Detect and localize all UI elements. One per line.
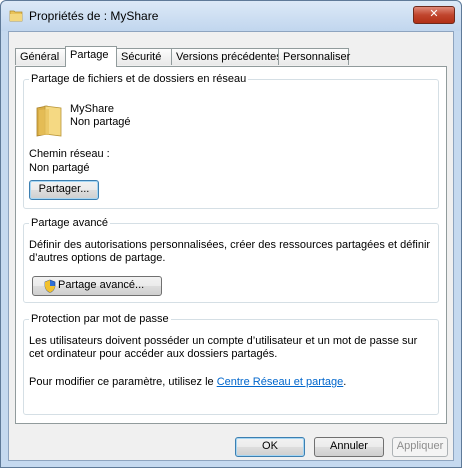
- apply-button[interactable]: Appliquer: [392, 437, 448, 457]
- advanced-description-line2: d’autres options de partage.: [29, 252, 166, 264]
- button-label: Annuler: [330, 440, 368, 452]
- window-title: Propriétés de : MyShare: [29, 9, 159, 23]
- group-title: Protection par mot de passe: [29, 313, 171, 325]
- password-text-line1: Les utilisateurs doivent posséder un com…: [29, 335, 418, 347]
- folder-icon: [36, 105, 62, 137]
- close-button[interactable]: ✕: [413, 6, 455, 24]
- group-title: Partage de fichiers et de dossiers en ré…: [29, 73, 249, 85]
- button-label: OK: [262, 440, 278, 452]
- properties-window: Propriétés de : MyShare ✕ Général Partag…: [0, 0, 462, 468]
- tab-label: Versions précédentes: [176, 51, 282, 63]
- folder-icon: [9, 10, 23, 22]
- tab-label: Personnaliser: [283, 51, 351, 63]
- button-label: Partage avancé...: [58, 279, 145, 291]
- advanced-description-line1: Définir des autorisations personnalisées…: [29, 239, 431, 251]
- network-path-label: Chemin réseau :: [29, 148, 110, 160]
- cancel-button[interactable]: Annuler: [314, 437, 384, 457]
- close-icon: ✕: [429, 8, 439, 20]
- tab-general[interactable]: Général: [15, 48, 66, 65]
- tab-label: Partage: [70, 49, 109, 61]
- folder-name: MyShare: [70, 103, 115, 115]
- group-title: Partage avancé: [29, 217, 111, 229]
- dialog-client: Général Partage Sécurité Versions précéd…: [8, 31, 454, 461]
- advanced-sharing-group: Partage avancé Définir des autorisations…: [23, 217, 439, 303]
- tab-sharing[interactable]: Partage: [65, 46, 117, 67]
- tab-label: Sécurité: [121, 51, 162, 63]
- password-text-line2: cet ordinateur pour accéder aux dossiers…: [29, 348, 278, 360]
- tab-label: Général: [20, 51, 60, 63]
- ok-button[interactable]: OK: [235, 437, 305, 457]
- tab-customize[interactable]: Personnaliser: [278, 48, 351, 65]
- advanced-sharing-button[interactable]: Partage avancé...: [32, 276, 162, 296]
- tab-previous-versions[interactable]: Versions précédentes: [171, 48, 282, 65]
- folder-status: Non partagé: [70, 116, 131, 128]
- network-sharing-group: Partage de fichiers et de dossiers en ré…: [23, 73, 439, 209]
- share-button[interactable]: Partager...: [29, 180, 99, 200]
- network-path-value: Non partagé: [29, 162, 90, 174]
- button-label: Partager...: [38, 183, 90, 195]
- button-label: Appliquer: [396, 440, 444, 452]
- shield-icon: [44, 279, 56, 293]
- password-protection-group: Protection par mot de passe Les utilisat…: [23, 313, 439, 415]
- title-bar[interactable]: Propriétés de : MyShare ✕: [1, 1, 461, 31]
- sharing-panel: Partage de fichiers et de dossiers en ré…: [15, 66, 447, 424]
- modify-setting-text: Pour modifier ce paramètre, utilisez le …: [29, 376, 346, 388]
- tab-security[interactable]: Sécurité: [116, 48, 172, 65]
- modify-prefix: Pour modifier ce paramètre, utilisez le: [29, 376, 217, 388]
- modify-suffix: .: [343, 376, 347, 388]
- network-center-link[interactable]: Centre Réseau et partage: [217, 376, 344, 388]
